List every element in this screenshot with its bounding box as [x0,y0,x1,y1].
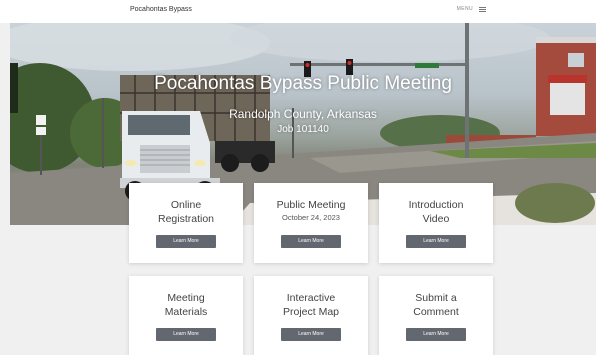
learn-more-button[interactable]: Learn More [156,328,216,341]
learn-more-button[interactable]: Learn More [281,235,341,248]
card-introduction-video: Introduction Video Learn More [379,183,493,263]
card-title: Introduction Video [408,199,464,225]
card-online-registration: Online Registration Learn More [129,183,243,263]
menu-button[interactable]: MENU [457,6,486,12]
menu-label: MENU [456,6,473,12]
card-meeting-materials: Meeting Materials Learn More [129,276,243,355]
hero-subtitle: Randolph County, Arkansas [229,107,377,121]
card-public-meeting: Public Meeting October 24, 2023 Learn Mo… [254,183,368,263]
card-submit-comment: Submit a Comment Learn More [379,276,493,355]
learn-more-button[interactable]: Learn More [406,235,466,248]
card-title: Interactive Project Map [282,292,340,318]
card-title: Meeting Materials [164,292,208,318]
learn-more-button[interactable]: Learn More [406,328,466,341]
card-title: Online Registration [157,199,215,225]
card-title: Public Meeting [276,199,346,211]
hero-title: Pocahontas Bypass Public Meeting [154,73,452,94]
hamburger-icon [479,6,486,12]
card-date: October 24, 2023 [282,213,340,222]
top-navigation-bar: Pocahontas Bypass MENU [0,0,596,23]
learn-more-button[interactable]: Learn More [156,235,216,248]
learn-more-button[interactable]: Learn More [281,328,341,341]
card-title: Submit a Comment [413,292,459,318]
hero-job-number: Job 101140 [277,124,329,135]
card-interactive-project-map: Interactive Project Map Learn More [254,276,368,355]
site-title[interactable]: Pocahontas Bypass [130,6,192,13]
